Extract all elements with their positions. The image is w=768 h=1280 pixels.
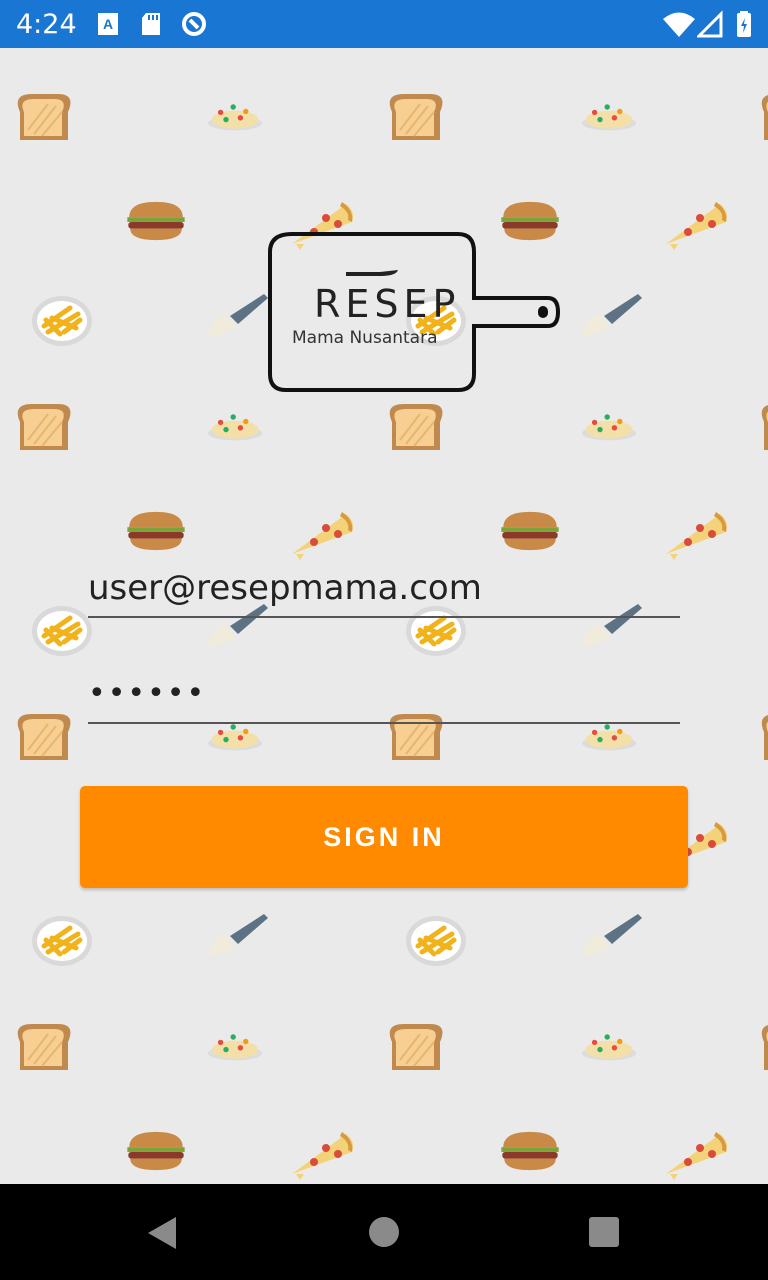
a-notification-icon: A (98, 13, 118, 35)
bread-icon (756, 400, 768, 452)
knife-icon (580, 292, 644, 340)
fries-icon (30, 914, 94, 968)
pizza-icon (664, 1128, 728, 1180)
svg-text:A: A (103, 16, 113, 32)
bread-icon (12, 400, 76, 452)
bread-icon (384, 90, 448, 142)
rice-dish-icon (580, 408, 638, 444)
burger-icon (498, 1130, 562, 1172)
back-icon[interactable] (146, 1216, 178, 1250)
burger-icon (124, 510, 188, 552)
bread-icon (384, 1020, 448, 1072)
bread-icon (756, 90, 768, 142)
rice-dish-icon (206, 1028, 264, 1064)
knife-icon (206, 912, 270, 960)
password-field[interactable]: •••••• (88, 676, 680, 724)
bread-icon (384, 400, 448, 452)
bread-icon (756, 710, 768, 762)
knife-icon (206, 292, 270, 340)
wifi-icon (663, 12, 695, 37)
bread-icon (12, 90, 76, 142)
rice-dish-icon (206, 98, 264, 134)
bread-icon (12, 710, 76, 762)
burger-icon (498, 510, 562, 552)
sd-card-icon (142, 13, 160, 35)
status-bar: 4:24 A (0, 0, 768, 48)
knife-icon (580, 912, 644, 960)
sign-in-button[interactable]: SIGN IN (80, 786, 688, 888)
app-logo: RESEP Mama Nusantara (262, 228, 562, 396)
burger-icon (124, 200, 188, 242)
signal-icon (697, 10, 723, 38)
data-saver-icon (182, 12, 206, 36)
recents-icon[interactable] (589, 1217, 619, 1247)
rice-dish-icon (580, 1028, 638, 1064)
logo-title: RESEP (314, 282, 461, 326)
logo-subtitle: Mama Nusantara (292, 328, 438, 348)
home-icon[interactable] (369, 1217, 399, 1247)
pizza-icon (290, 508, 354, 560)
fries-icon (30, 604, 94, 658)
pizza-icon (664, 198, 728, 250)
fries-icon (404, 914, 468, 968)
bread-icon (756, 1020, 768, 1072)
bread-icon (12, 1020, 76, 1072)
fries-icon (30, 294, 94, 348)
rice-dish-icon (580, 98, 638, 134)
clock: 4:24 (16, 9, 77, 40)
battery-icon (737, 11, 751, 37)
pizza-icon (664, 508, 728, 560)
email-field[interactable]: user@resepmama.com (88, 568, 680, 618)
burger-icon (124, 1130, 188, 1172)
pizza-icon (290, 1128, 354, 1180)
rice-dish-icon (206, 408, 264, 444)
